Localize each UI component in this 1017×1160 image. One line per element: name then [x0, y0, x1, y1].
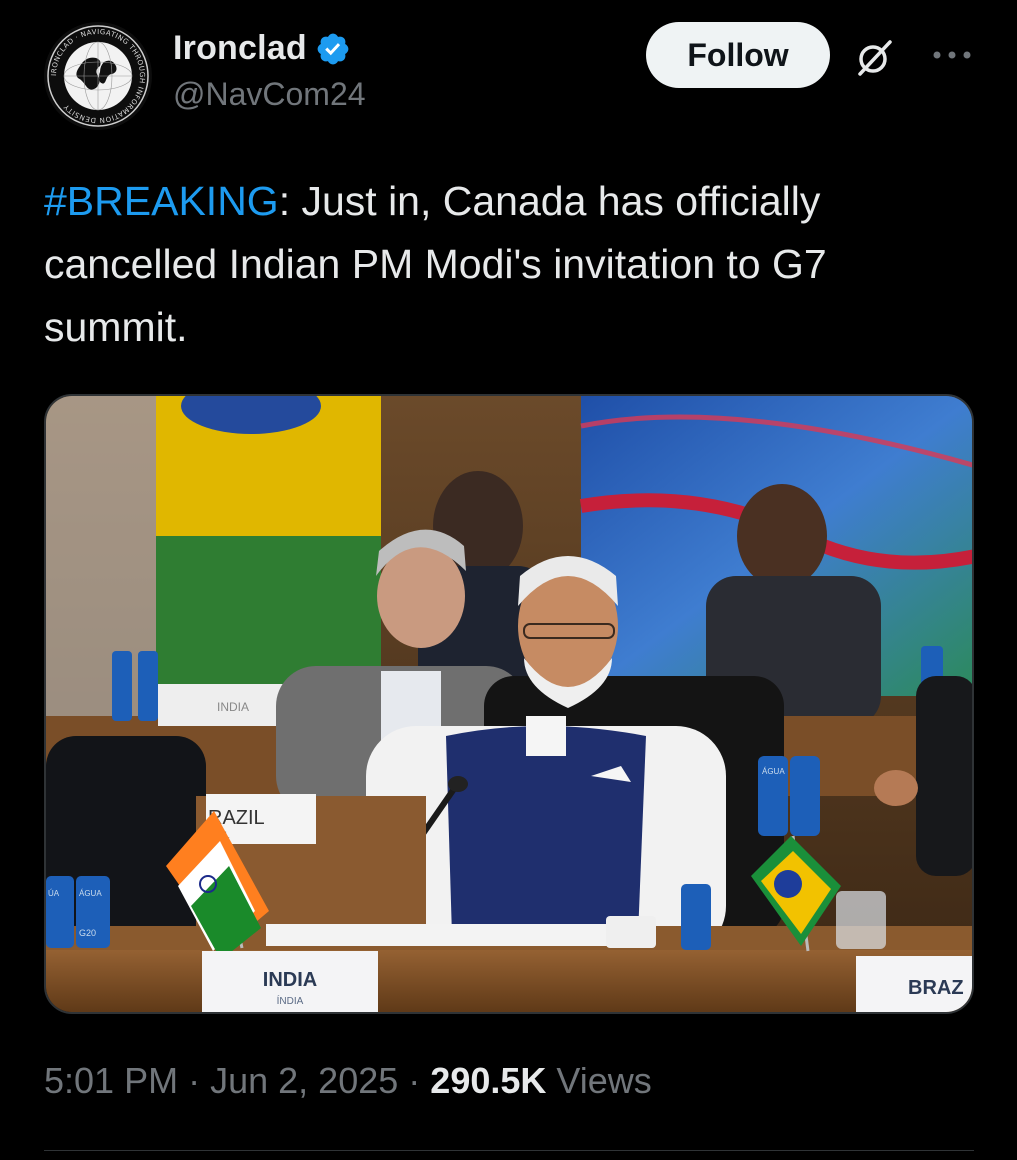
- display-name[interactable]: Ironclad: [173, 29, 307, 68]
- left-can-text-a: ÁGUA: [79, 889, 102, 898]
- avatar[interactable]: IRONCLAD · NAVIGATING THROUGH INFORMATIO…: [44, 22, 152, 130]
- tweet-photo[interactable]: INDIA RAZIL ASIL ÁGUA: [44, 394, 974, 1014]
- views-label: Views: [556, 1060, 652, 1101]
- tweet-header: IRONCLAD · NAVIGATING THROUGH INFORMATIO…: [0, 0, 1017, 150]
- front-placard-text: INDIA: [263, 969, 317, 991]
- tweet-text: #BREAKING: Just in, Canada has officiall…: [44, 170, 974, 359]
- right-can-text: ÁGUA: [762, 767, 785, 776]
- globe-seal-logo: IRONCLAD · NAVIGATING THROUGH INFORMATIO…: [44, 22, 152, 130]
- tweet-meta: 5:01 PM · Jun 2, 2025 · 290.5K Views: [44, 1060, 652, 1102]
- back-placard-text: INDIA: [217, 700, 249, 714]
- hashtag-link[interactable]: #BREAKING: [44, 178, 279, 224]
- meta-separator: ·: [408, 1060, 421, 1101]
- photo-illustration: INDIA RAZIL ASIL ÁGUA: [46, 396, 972, 1012]
- verified-badge-icon: [317, 33, 349, 65]
- svg-text:ÚA: ÚA: [48, 889, 60, 898]
- divider: [44, 1150, 974, 1151]
- views-count[interactable]: 290.5K: [430, 1060, 546, 1101]
- meta-separator: ·: [188, 1060, 201, 1101]
- left-can-text-b: G20: [79, 928, 96, 938]
- handle[interactable]: @NavCom24: [173, 76, 366, 113]
- front-placard-subtext: ÍNDIA: [277, 994, 304, 1007]
- follow-button[interactable]: Follow: [646, 22, 830, 88]
- grok-icon[interactable]: [852, 36, 896, 80]
- tweet-time[interactable]: 5:01 PM: [44, 1060, 178, 1101]
- front-right-placard-text: BRAZ: [908, 977, 964, 999]
- tweet-date[interactable]: Jun 2, 2025: [210, 1060, 398, 1101]
- author-block[interactable]: Ironclad @NavCom24: [173, 26, 366, 113]
- more-options-icon[interactable]: [930, 48, 974, 62]
